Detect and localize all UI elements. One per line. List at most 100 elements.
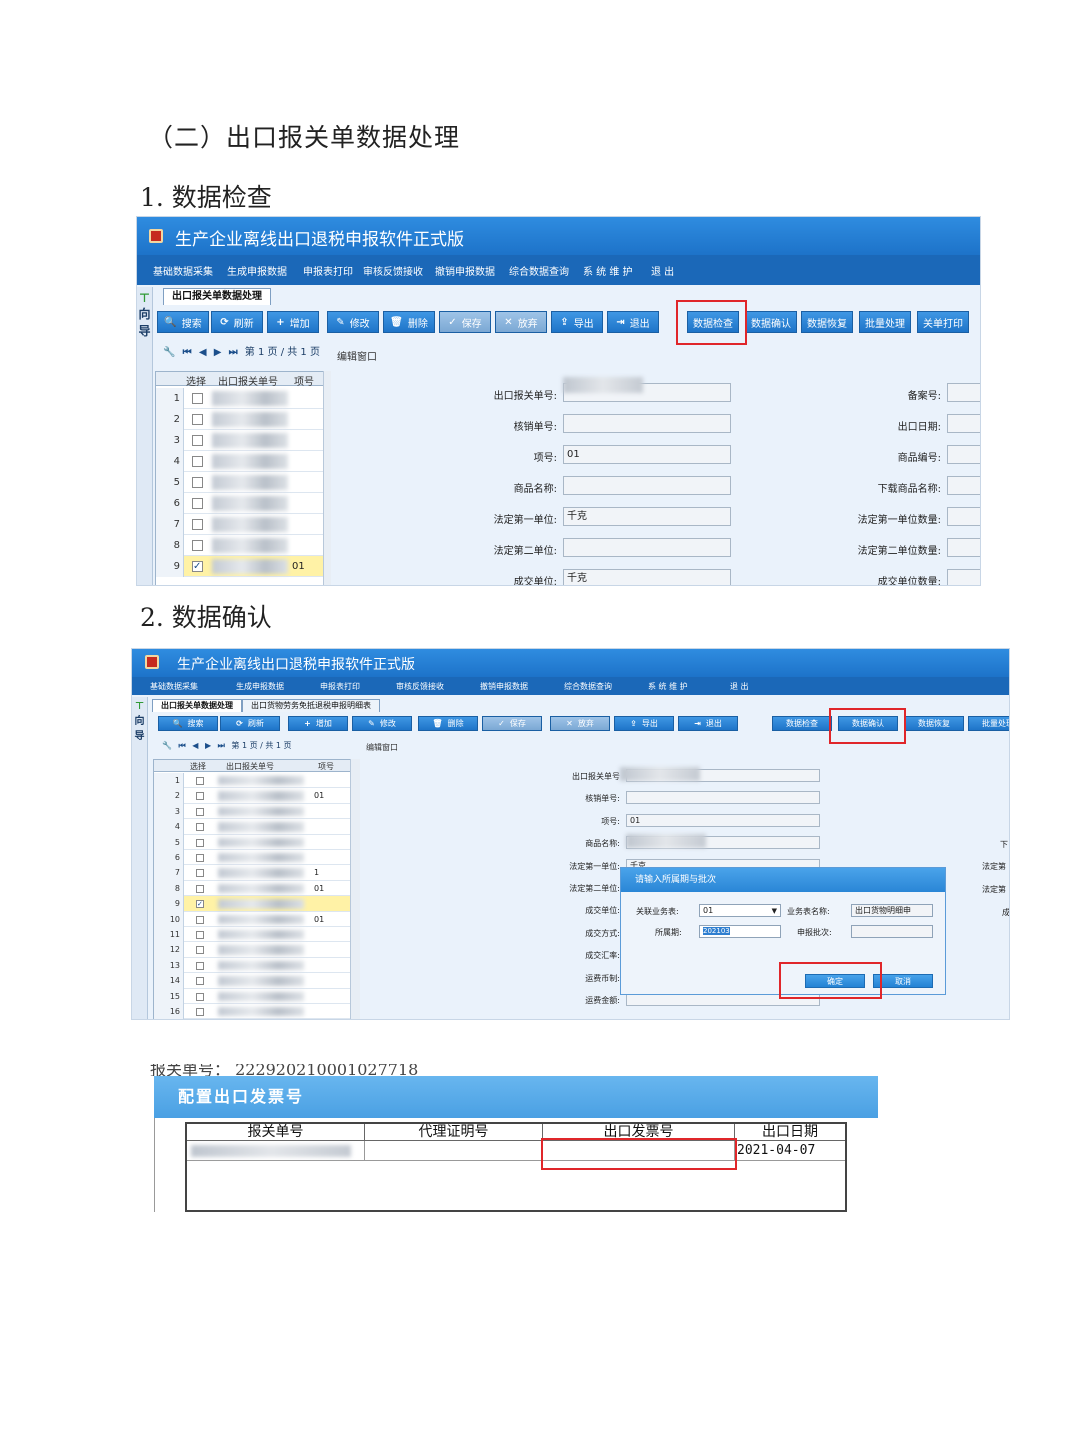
toolbar-button[interactable]: ✎ 修改 <box>352 716 412 731</box>
row-checkbox[interactable] <box>192 519 203 530</box>
row-checkbox[interactable] <box>196 777 204 785</box>
toolbar-button[interactable]: + 增加 <box>288 716 348 731</box>
table-row[interactable]: 4 <box>156 451 330 472</box>
first-page-icon[interactable]: ⏮ <box>183 347 192 358</box>
table-row[interactable]: 5 <box>154 834 359 850</box>
prev-page-icon[interactable]: ◀ <box>199 347 207 358</box>
menu-item[interactable]: 退 出 <box>730 681 749 692</box>
table-row[interactable]: 9 ✓ 01 <box>156 556 330 577</box>
field-input[interactable]: 千克 <box>563 569 731 585</box>
menu-item[interactable]: 审核反馈接收 <box>396 681 444 692</box>
toolbar-button[interactable]: 批量处理 <box>968 716 1009 731</box>
batch-input[interactable] <box>851 925 933 938</box>
menu-item[interactable]: 基础数据采集 <box>153 263 213 278</box>
toolbar-button[interactable]: ⇪ 导出 <box>551 311 603 333</box>
row-checkbox[interactable] <box>192 540 203 551</box>
row-checkbox[interactable] <box>196 1008 204 1016</box>
cancel-button[interactable]: 取消 <box>873 974 933 988</box>
toolbar-button[interactable]: + 增加 <box>267 311 319 333</box>
toolbar-button[interactable]: 数据恢复 <box>801 311 853 333</box>
table-row[interactable]: 5 <box>156 472 330 493</box>
field-input[interactable] <box>947 476 980 495</box>
side-navigator[interactable]: ⊤ 向 导 <box>132 697 148 1019</box>
row-checkbox[interactable] <box>196 869 204 878</box>
menu-item[interactable]: 撤销申报数据 <box>435 263 495 278</box>
period-input[interactable]: 202103 <box>699 925 781 938</box>
row-checkbox[interactable] <box>192 456 203 467</box>
wrench-icon[interactable]: 🔧 <box>162 741 172 750</box>
declaration-grid[interactable]: 选择 出口报关单号 项号 1 2 01 3 4 5 6 7 1 8 01 9 ✓ 10 01 11 12 13 14… <box>153 759 360 1019</box>
field-input[interactable] <box>563 538 731 557</box>
toolbar-button[interactable]: ✕ 放弃 <box>550 716 610 731</box>
table-row[interactable]: 11 <box>154 927 359 943</box>
toolbar-button[interactable]: 关单打印 <box>917 311 969 333</box>
row-checkbox[interactable] <box>192 498 203 509</box>
field-input[interactable] <box>563 476 731 495</box>
row-checkbox[interactable] <box>196 977 204 986</box>
toolbar-button[interactable]: ✓ 保存 <box>439 311 491 333</box>
row-checkbox[interactable] <box>192 477 203 488</box>
row-checkbox[interactable] <box>192 435 203 446</box>
row-checkbox[interactable] <box>196 915 204 924</box>
next-page-icon[interactable]: ▶ <box>205 741 211 750</box>
row-checkbox[interactable] <box>196 807 204 816</box>
cell-declaration-no[interactable] <box>187 1141 365 1161</box>
table-row[interactable]: 15 <box>154 988 359 1004</box>
toolbar-button[interactable]: 🔍 搜索 <box>158 716 218 731</box>
field-input[interactable] <box>947 383 980 402</box>
grid-scrollbar[interactable] <box>323 371 331 585</box>
menu-item[interactable]: 生成申报数据 <box>236 681 284 692</box>
grid-scrollbar[interactable] <box>350 759 360 1019</box>
table-row[interactable]: 12 <box>154 942 359 958</box>
toolbar-button[interactable]: ⇪ 导出 <box>614 716 674 731</box>
table-row[interactable]: 1 <box>154 773 359 789</box>
table-row[interactable]: 7 <box>156 514 330 535</box>
biz-name-field[interactable]: 出口货物明细申 <box>851 904 933 917</box>
table-row[interactable]: 8 01 <box>154 880 359 897</box>
tab-export-detail[interactable]: 出口货物劳务免抵退税申报明细表 <box>242 699 380 712</box>
tab-export-declaration[interactable]: 出口报关单数据处理 <box>152 699 242 712</box>
field-input[interactable] <box>947 538 980 557</box>
toolbar-button[interactable]: 🔍 搜索 <box>157 311 209 333</box>
first-page-icon[interactable]: ⏮ <box>179 741 186 750</box>
prev-page-icon[interactable]: ◀ <box>192 741 198 750</box>
toolbar-button[interactable]: 数据检查 <box>772 716 832 731</box>
last-page-icon[interactable]: ⏭ <box>229 347 238 358</box>
toolbar-button[interactable]: ⇥ 退出 <box>607 311 659 333</box>
cell-export-date[interactable]: 2021-04-07 <box>735 1141 845 1161</box>
menu-item[interactable]: 生成申报数据 <box>227 263 287 278</box>
field-input[interactable] <box>947 507 980 526</box>
table-row[interactable]: 10 01 <box>154 911 359 927</box>
tab-export-declaration[interactable]: 出口报关单数据处理 <box>163 288 271 305</box>
table-row[interactable]: 4 <box>154 819 359 835</box>
table-row[interactable]: 8 <box>156 535 330 556</box>
row-checkbox[interactable] <box>196 854 204 862</box>
cell-agent-cert-no[interactable] <box>365 1141 543 1161</box>
menu-item[interactable]: 撤销申报数据 <box>480 681 528 692</box>
menu-item[interactable]: 申报表打印 <box>320 681 360 692</box>
next-page-icon[interactable]: ▶ <box>214 347 222 358</box>
row-checkbox[interactable] <box>196 838 204 847</box>
row-checkbox[interactable] <box>196 992 204 1001</box>
menu-item[interactable]: 审核反馈接收 <box>363 263 423 278</box>
field-input[interactable] <box>626 791 820 805</box>
toolbar-button[interactable]: 数据确认 <box>745 311 797 333</box>
toolbar-button[interactable]: ✓ 保存 <box>482 716 542 731</box>
toolbar-button[interactable]: ⟳ 刷新 <box>211 311 263 333</box>
toolbar-button[interactable]: ⇥ 退出 <box>678 716 738 731</box>
wrench-icon[interactable]: 🔧 <box>163 347 175 358</box>
toolbar-button[interactable]: 数据恢复 <box>904 716 964 731</box>
table-row[interactable]: 16 <box>154 1004 359 1019</box>
table-row[interactable]: 2 <box>156 409 330 430</box>
menu-item[interactable]: 系 统 维 护 <box>648 681 688 692</box>
table-row[interactable]: 1 <box>156 388 330 409</box>
table-row[interactable]: 14 <box>154 973 359 989</box>
row-checkbox[interactable] <box>196 823 204 832</box>
declaration-grid[interactable]: 选择 出口报关单号 项号 1 2 3 4 5 6 7 8 9 ✓ 01 <box>155 371 331 585</box>
field-input[interactable] <box>947 569 980 585</box>
menu-item[interactable]: 系 统 维 护 <box>583 263 633 278</box>
toolbar-button[interactable]: ⟳ 刷新 <box>220 716 280 731</box>
table-row[interactable]: 71 <box>154 865 359 881</box>
last-page-icon[interactable]: ⏭ <box>218 741 225 750</box>
table-row[interactable]: 13 <box>154 957 359 974</box>
